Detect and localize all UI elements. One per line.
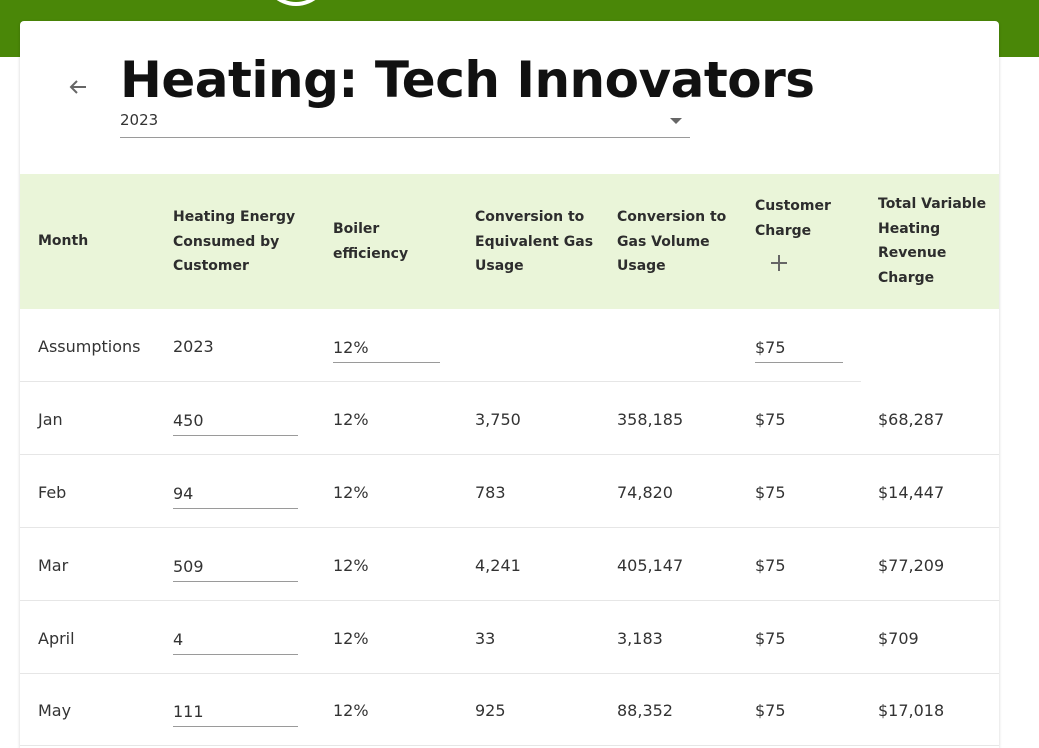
boiler-april: 12% bbox=[333, 629, 369, 648]
assumptions-boiler-input[interactable]: 12% bbox=[333, 337, 440, 363]
header-boiler: Boiler efficiency bbox=[333, 221, 409, 262]
row-divider bbox=[20, 745, 999, 746]
row-month: Mar bbox=[38, 556, 69, 575]
equiv-mar: 4,241 bbox=[475, 556, 521, 575]
row-divider bbox=[20, 454, 999, 455]
row-month: Feb bbox=[38, 483, 67, 502]
assumptions-label: Assumptions bbox=[38, 337, 141, 356]
equiv-april: 33 bbox=[475, 629, 496, 648]
energy-input-april[interactable]: 4 bbox=[173, 629, 298, 655]
logo-icon bbox=[262, 0, 330, 6]
charge-jan: $75 bbox=[755, 410, 786, 429]
charge-april: $75 bbox=[755, 629, 786, 648]
equiv-feb: 783 bbox=[475, 483, 506, 502]
year-dropdown[interactable]: 2023 bbox=[120, 109, 690, 138]
volume-may: 88,352 bbox=[617, 701, 673, 720]
year-dropdown-value: 2023 bbox=[120, 111, 159, 129]
total-feb: $14,447 bbox=[878, 483, 945, 502]
row-month: Jan bbox=[38, 410, 63, 429]
boiler-may: 12% bbox=[333, 701, 369, 720]
total-jan: $68,287 bbox=[878, 410, 945, 429]
energy-input-mar[interactable]: 509 bbox=[173, 556, 298, 582]
energy-input-feb[interactable]: 94 bbox=[173, 483, 298, 509]
volume-april: 3,183 bbox=[617, 629, 663, 648]
row-divider bbox=[20, 381, 861, 382]
content-card: Heating: Tech Innovators 2023 Month Heat… bbox=[20, 21, 999, 748]
assumptions-charge-input[interactable]: $75 bbox=[755, 337, 843, 363]
caret-down-icon bbox=[670, 118, 682, 124]
row-divider bbox=[20, 600, 999, 601]
assumptions-year: 2023 bbox=[173, 337, 214, 356]
plus-icon[interactable] bbox=[770, 254, 788, 272]
energy-input-may[interactable]: 111 bbox=[173, 701, 298, 727]
total-mar: $77,209 bbox=[878, 556, 945, 575]
header-customer-charge: Customer Charge bbox=[755, 198, 831, 239]
header-equivalent-gas: Conversion to Equivalent Gas Usage bbox=[475, 209, 594, 274]
header-total-charge: Total Variable Heating Revenue Charge bbox=[878, 196, 987, 286]
charge-feb: $75 bbox=[755, 483, 786, 502]
back-arrow-icon[interactable] bbox=[66, 75, 90, 99]
equiv-may: 925 bbox=[475, 701, 506, 720]
header-energy: Heating Energy Consumed by Customer bbox=[173, 209, 296, 274]
total-may: $17,018 bbox=[878, 701, 945, 720]
boiler-mar: 12% bbox=[333, 556, 369, 575]
header-gas-volume: Conversion to Gas Volume Usage bbox=[617, 209, 727, 274]
row-divider bbox=[20, 673, 999, 674]
page-title: Heating: Tech Innovators bbox=[120, 51, 815, 109]
charge-mar: $75 bbox=[755, 556, 786, 575]
energy-input-jan[interactable]: 450 bbox=[173, 410, 298, 436]
volume-jan: 358,185 bbox=[617, 410, 684, 429]
charge-may: $75 bbox=[755, 701, 786, 720]
volume-feb: 74,820 bbox=[617, 483, 673, 502]
row-month: May bbox=[38, 701, 72, 720]
boiler-jan: 12% bbox=[333, 410, 369, 429]
total-april: $709 bbox=[878, 629, 919, 648]
equiv-jan: 3,750 bbox=[475, 410, 521, 429]
boiler-feb: 12% bbox=[333, 483, 369, 502]
volume-mar: 405,147 bbox=[617, 556, 684, 575]
header-month: Month bbox=[38, 233, 89, 249]
row-month: April bbox=[38, 629, 75, 648]
row-divider bbox=[20, 527, 999, 528]
